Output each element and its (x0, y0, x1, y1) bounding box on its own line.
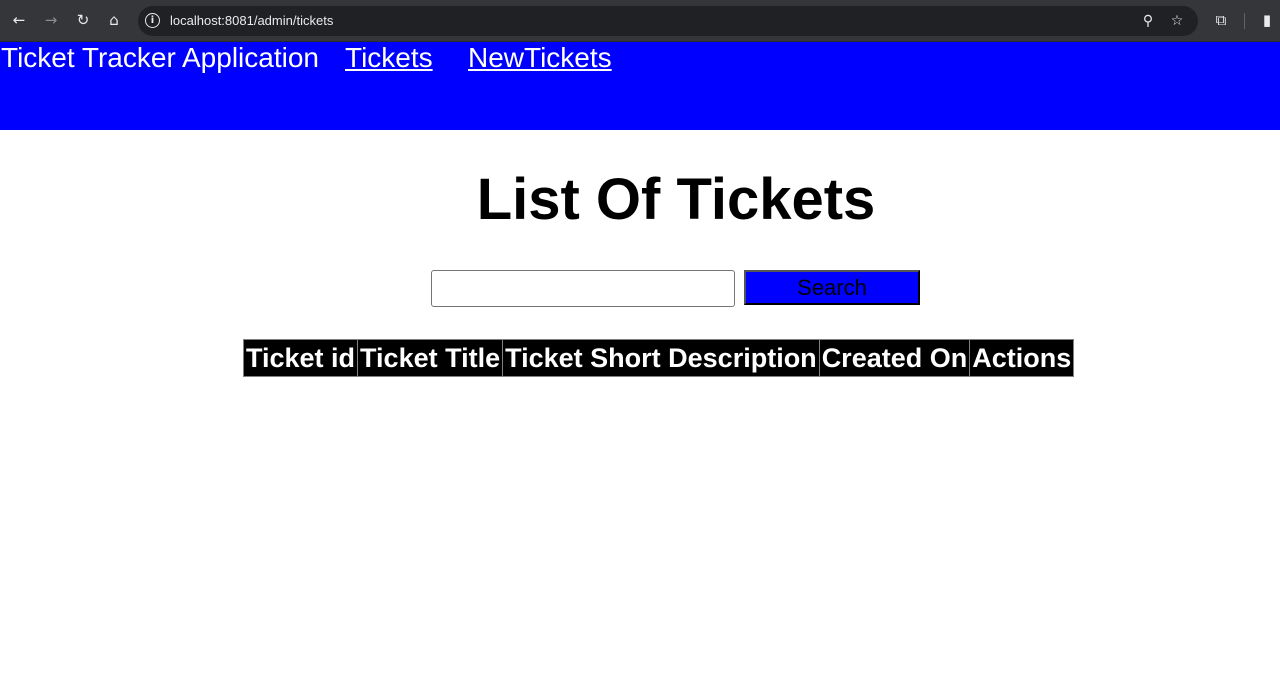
home-icon[interactable]: ⌂ (103, 9, 125, 31)
page-title: List Of Tickets (476, 167, 876, 232)
back-icon[interactable]: ← (8, 9, 30, 31)
browser-toolbar: ← → ↻ ⌂ i localhost:8081/admin/tickets ⚲… (0, 0, 1280, 42)
zoom-icon[interactable]: ⚲ (1138, 11, 1158, 31)
side-panel-icon[interactable]: ▮ (1256, 9, 1278, 31)
bookmark-star-icon[interactable]: ☆ (1167, 11, 1187, 31)
address-bar[interactable]: i localhost:8081/admin/tickets ⚲ ☆ (138, 6, 1198, 36)
tickets-table: Ticket id Ticket Title Ticket Short Desc… (242, 339, 1075, 377)
column-header-ticket-title: Ticket Title (357, 339, 504, 377)
column-header-created-on: Created On (818, 339, 971, 377)
extensions-icon[interactable]: ⧉ (1210, 9, 1232, 31)
column-header-short-description: Ticket Short Description (502, 339, 820, 377)
column-header-actions: Actions (969, 339, 1075, 377)
toolbar-divider (1244, 13, 1245, 29)
forward-icon[interactable]: → (40, 9, 62, 31)
reload-icon[interactable]: ↻ (72, 9, 94, 31)
table-header-row: Ticket id Ticket Title Ticket Short Desc… (242, 339, 1075, 377)
nav-link-tickets[interactable]: Tickets (345, 42, 433, 74)
nav-link-new-tickets[interactable]: NewTickets (468, 42, 612, 74)
column-header-ticket-id: Ticket id (242, 339, 359, 377)
site-header: Ticket Tracker Application Tickets NewTi… (0, 42, 1280, 130)
brand-title: Ticket Tracker Application (1, 42, 319, 73)
search-button[interactable]: Search (744, 270, 920, 305)
url-text[interactable]: localhost:8081/admin/tickets (170, 13, 333, 28)
site-info-icon[interactable]: i (145, 13, 160, 28)
search-input[interactable] (431, 270, 735, 307)
